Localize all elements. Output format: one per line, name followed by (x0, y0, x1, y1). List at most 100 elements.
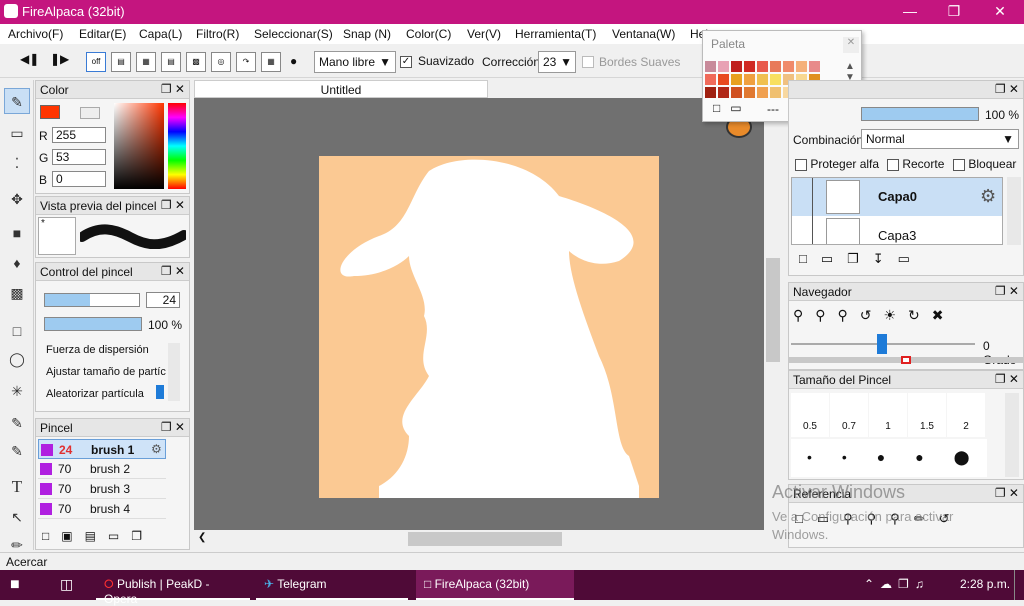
correction-select[interactable]: 23 ▼ (538, 51, 576, 73)
scroll-thumb[interactable] (408, 532, 562, 546)
snap-lines-icon[interactable]: ▤ (161, 52, 181, 72)
brush-mode-select[interactable]: Mano libre ▼ (314, 51, 396, 73)
palette-swatch[interactable] (744, 87, 755, 98)
navigator-buttons[interactable]: ⚲⚲⚲↺☀↻✖ (793, 307, 956, 324)
gear-icon[interactable]: ⚙ (980, 186, 996, 207)
text-tool-icon[interactable]: T (4, 474, 30, 500)
snap-perspective-icon[interactable]: ▦ (261, 52, 281, 72)
select-tool-icon[interactable]: □ (4, 318, 30, 344)
snap-curve-icon[interactable]: ↷ (236, 52, 256, 72)
brush-item[interactable]: 70 brush 4 (38, 499, 166, 519)
palette-actions[interactable]: □▭ (713, 101, 752, 115)
brush-size-cell[interactable]: 0.7 (830, 393, 868, 437)
brush-size-cell[interactable]: 1.5 (908, 393, 946, 437)
brush-item[interactable]: 70 brush 3 (38, 479, 166, 499)
palette-swatch[interactable] (744, 61, 755, 72)
brush-size-field[interactable]: 24 (146, 292, 180, 308)
palette-swatch[interactable] (731, 74, 742, 85)
zoom-marker[interactable] (901, 356, 911, 364)
brush-opacity-slider[interactable] (44, 317, 142, 331)
task-view-icon[interactable]: ◫ (60, 576, 73, 593)
palette-swatch[interactable] (770, 87, 781, 98)
brush-size-scrollbar[interactable] (1005, 393, 1019, 477)
angle-slider-thumb[interactable] (877, 334, 887, 354)
protect-alpha-checkbox[interactable]: Proteger alfa (795, 157, 879, 171)
palette-swatch[interactable] (796, 61, 807, 72)
select-pen-tool-icon[interactable]: ✎ (4, 410, 30, 436)
menu-archivo[interactable]: Archivo(F) (8, 27, 63, 41)
canvas-area[interactable] (194, 98, 764, 530)
saturation-box[interactable] (114, 103, 164, 189)
scroll-thumb[interactable] (766, 258, 780, 362)
panel-controls-icon[interactable]: ❐ ✕ (995, 82, 1019, 96)
pen-tool-icon[interactable]: ✎ (4, 88, 30, 114)
palette-swatch[interactable] (770, 74, 781, 85)
palette-swatch[interactable] (718, 61, 729, 72)
palette-swatch[interactable] (718, 74, 729, 85)
panel-controls-icon[interactable]: ❐ ✕ (161, 198, 185, 212)
brush-size-slider[interactable] (44, 293, 140, 307)
layer-row[interactable]: Capa0 ⚙ (792, 178, 1002, 216)
menu-editar[interactable]: Editar(E) (79, 27, 126, 41)
layer-opacity-slider[interactable] (861, 107, 979, 121)
minimize-button[interactable]: — (888, 0, 932, 24)
canvas-tab[interactable]: Untitled (194, 80, 488, 98)
show-desktop-button[interactable] (1014, 570, 1024, 600)
dot-tool-icon[interactable]: ⁚ (4, 150, 30, 176)
r-field[interactable]: 255 (52, 127, 106, 143)
panel-controls-icon[interactable]: ❐ ✕ (995, 372, 1019, 386)
menu-herramienta[interactable]: Herramienta(T) (515, 27, 596, 41)
soft-edges-checkbox[interactable] (582, 54, 594, 68)
palette-swatch[interactable] (705, 87, 716, 98)
brush-list-actions[interactable]: □▣▤▭❐ (42, 529, 154, 543)
panel-controls-icon[interactable]: ❐ ✕ (995, 486, 1019, 500)
randomize-slider[interactable] (156, 385, 164, 399)
taskbar-firealpaca[interactable]: □ FireAlpaca (32bit) (416, 570, 574, 600)
brush-size-dots-row[interactable]: ••●●⬤ (791, 439, 987, 477)
menu-filtro[interactable]: Filtro(R) (196, 27, 239, 41)
brush-item[interactable]: 70 brush 2 (38, 459, 166, 479)
snap-off-button[interactable]: off (86, 52, 106, 72)
move-tool-icon[interactable]: ✥ (4, 186, 30, 212)
brush-item[interactable]: 24 brush 1 ⚙ (38, 439, 166, 459)
close-button[interactable]: ✕ (978, 0, 1022, 24)
palette-swatch[interactable] (809, 61, 820, 72)
brush-size-cell[interactable]: 2 (947, 393, 985, 437)
palette-swatch[interactable] (744, 74, 755, 85)
clip-checkbox[interactable]: Recorte (887, 157, 944, 171)
operation-tool-icon[interactable]: ↖ (4, 504, 30, 530)
magic-wand-tool-icon[interactable]: ✳ (4, 378, 30, 404)
palette-swatch[interactable] (705, 74, 716, 85)
palette-swatch[interactable] (770, 61, 781, 72)
menu-ventana[interactable]: Ventana(W) (612, 27, 675, 41)
next-icon[interactable]: ❚▶ (50, 52, 69, 66)
snap-grid-icon[interactable]: ▦ (136, 52, 156, 72)
prev-icon[interactable]: ◀❚ (20, 52, 39, 66)
smooth-checkbox[interactable]: ✓ (400, 54, 412, 68)
snap-concentric-icon[interactable]: ◎ (211, 52, 231, 72)
lock-checkbox[interactable]: Bloquear (953, 157, 1016, 171)
vertical-scrollbar[interactable] (764, 98, 782, 530)
b-field[interactable]: 0 (52, 171, 106, 187)
layer-actions[interactable]: □▭❐↧▭ (799, 251, 924, 267)
scroll-left-icon[interactable]: ❮ (198, 532, 206, 543)
palette-swatch[interactable] (731, 87, 742, 98)
layer-row[interactable]: Capa3 (792, 216, 1002, 244)
gradient-tool-icon[interactable]: ▩ (4, 280, 30, 306)
menu-color[interactable]: Color(C) (406, 27, 451, 41)
panel-controls-icon[interactable]: ❐ ✕ (161, 82, 185, 96)
palette-close-icon[interactable]: ✕ (843, 37, 859, 53)
panel-controls-icon[interactable]: ❐ ✕ (995, 284, 1019, 298)
secondary-color-swatch[interactable] (80, 107, 100, 119)
brush-size-cell[interactable]: 1 (869, 393, 907, 437)
palette-swatch[interactable] (705, 61, 716, 72)
bucket-tool-icon[interactable]: ♦ (4, 250, 30, 276)
palette-swatch[interactable] (757, 61, 768, 72)
palette-swatch[interactable] (757, 87, 768, 98)
panel-controls-icon[interactable]: ❐ ✕ (161, 420, 185, 434)
palette-swatch[interactable] (783, 61, 794, 72)
palette-swatch[interactable] (757, 74, 768, 85)
eraser-tool-icon[interactable]: ▭ (4, 120, 30, 146)
select-eraser-tool-icon[interactable]: ✎ (4, 438, 30, 464)
tray-icons[interactable]: ⌃☁❐♫ (864, 577, 930, 591)
